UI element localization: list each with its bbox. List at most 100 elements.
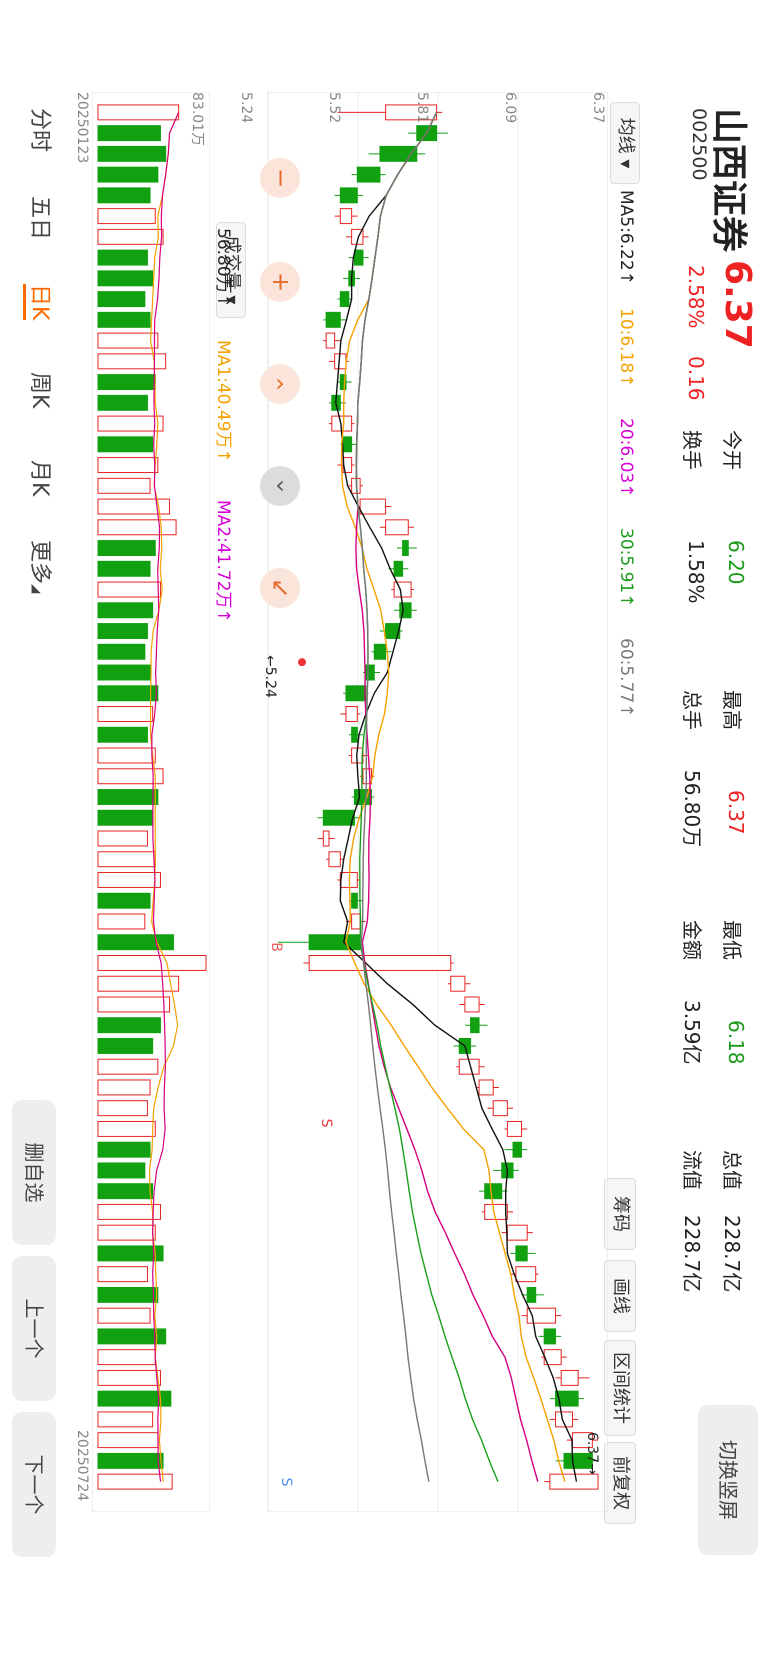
- float-cap-label: 流值: [680, 1150, 704, 1190]
- draw-line-button[interactable]: 画线: [604, 1260, 636, 1332]
- volume-bar: [97, 1183, 154, 1200]
- volume-bar: [97, 1286, 159, 1303]
- candle-up: [450, 975, 466, 992]
- zoom-out-button[interactable]: −: [260, 158, 300, 198]
- scroll-right-button[interactable]: ‹: [260, 466, 300, 506]
- candle-up: [526, 1307, 557, 1324]
- sell-marker-mid: S: [318, 1119, 334, 1128]
- candle-down: [353, 249, 364, 266]
- tab-five-day[interactable]: 五日: [26, 196, 58, 240]
- volume-bar: [97, 477, 151, 494]
- tab-daily-k[interactable]: 日K: [23, 284, 58, 321]
- volume-bar: [97, 125, 161, 142]
- volume-ma2-legend: MA2:41.72万↑: [213, 500, 233, 623]
- volume-bar: [97, 457, 159, 474]
- switch-portrait-button[interactable]: 切换竖屏: [698, 1405, 758, 1555]
- interval-stats-button[interactable]: 区间统计: [604, 1340, 636, 1436]
- candle-up: [328, 851, 341, 868]
- tab-intraday[interactable]: 分时: [26, 108, 58, 152]
- landscape-kline-screen: 山西证券 002500 6.37 2.58% 0.16 今开 6.20 换手 1…: [0, 0, 768, 1665]
- volume-bar: [97, 1473, 173, 1490]
- volume-bar: [97, 1017, 161, 1034]
- price-tick-4: 5.52: [326, 92, 342, 124]
- candle-down: [484, 1183, 503, 1200]
- candle-down: [339, 291, 350, 308]
- ma60-legend: 60:5.77↑: [616, 638, 636, 718]
- ma-selector[interactable]: 均线 ▾: [610, 102, 640, 184]
- candle-down: [339, 187, 358, 204]
- price-tick-bottom: 5.24: [238, 92, 254, 124]
- volume-bar: [97, 789, 159, 805]
- volume-bar: [97, 249, 148, 266]
- volume-bar: [97, 519, 177, 536]
- volume-bar: [97, 1058, 159, 1075]
- candle-up: [549, 1473, 599, 1490]
- volume-bar: [97, 1120, 156, 1137]
- candle-down: [356, 166, 381, 183]
- date-start: 20250123: [74, 92, 90, 164]
- volume-bar: [97, 975, 180, 992]
- volume-bar: [97, 996, 171, 1013]
- volume-chart[interactable]: [92, 92, 210, 1512]
- prev-stock-button[interactable]: 上一个: [12, 1256, 56, 1401]
- volume-bar: [97, 1162, 146, 1179]
- candle-down: [351, 892, 358, 909]
- volume-bar: [97, 851, 156, 868]
- candle-up: [385, 519, 409, 536]
- max-price-marker: 6.37→: [584, 1432, 600, 1475]
- next-stock-button[interactable]: 下一个: [12, 1412, 56, 1557]
- candle-up: [506, 1120, 523, 1137]
- volume-bar: [97, 1079, 151, 1096]
- volume-bar: [97, 291, 146, 308]
- candle-up: [560, 1369, 579, 1386]
- candle-up: [484, 1203, 508, 1220]
- open-value: 6.20: [724, 540, 748, 585]
- candle-down: [325, 311, 341, 328]
- zoom-in-button[interactable]: +: [260, 262, 300, 302]
- candle-down: [308, 934, 361, 951]
- chips-button[interactable]: 筹码: [604, 1178, 636, 1250]
- total-cap-value: 228.7亿: [720, 1215, 744, 1293]
- tab-more-label: 更多: [27, 540, 52, 585]
- price-tick-2: 6.09: [502, 92, 518, 124]
- volume-bar: [97, 1203, 161, 1220]
- volume-bar: [97, 809, 154, 826]
- price-tick-top: 6.37: [590, 92, 606, 124]
- volume-bar: [97, 415, 164, 432]
- date-end: 20250724: [74, 1430, 90, 1502]
- candle-up: [506, 1224, 528, 1241]
- candle-up: [393, 581, 412, 598]
- candle-up: [322, 830, 330, 847]
- tab-more[interactable]: 更多◢: [26, 540, 58, 593]
- volume-bar: [97, 934, 174, 951]
- fq-button[interactable]: 前复权: [604, 1442, 636, 1524]
- open-label: 今开: [720, 430, 744, 470]
- ma30-legend: 30:5.91↑: [616, 528, 636, 608]
- candle-up: [339, 208, 353, 225]
- volume-bar: [97, 436, 154, 453]
- volume-bar: [97, 228, 164, 245]
- candle-up: [359, 498, 387, 515]
- ma10-legend: 10:6.18↑: [616, 308, 636, 388]
- candle-down: [351, 726, 358, 743]
- volume-bar: [97, 1100, 148, 1117]
- candle-up: [478, 1079, 494, 1096]
- volume-bar: [97, 602, 154, 619]
- tab-weekly-k[interactable]: 周K: [26, 372, 58, 408]
- candle-down: [322, 809, 355, 826]
- volume-bar: [97, 332, 159, 349]
- ma30-line: [355, 112, 499, 1482]
- candle-up: [334, 353, 347, 370]
- volume-ma1-legend: MA1:40.49万↑: [213, 340, 233, 463]
- ma20-legend: 20:6.03↑: [616, 418, 636, 498]
- reset-zoom-button[interactable]: ↙: [260, 568, 300, 608]
- tab-monthly-k[interactable]: 月K: [26, 460, 58, 496]
- change-value: 0.16: [684, 356, 708, 401]
- ma5-legend: MA5:6.22↑: [616, 190, 636, 285]
- remove-watchlist-button[interactable]: 删自选: [12, 1100, 56, 1245]
- volume-bar: [97, 1141, 151, 1158]
- volume-bar: [97, 1307, 151, 1324]
- sell-marker: S: [278, 1478, 294, 1487]
- candle-up: [325, 332, 336, 349]
- scroll-left-button[interactable]: ‹: [260, 364, 300, 404]
